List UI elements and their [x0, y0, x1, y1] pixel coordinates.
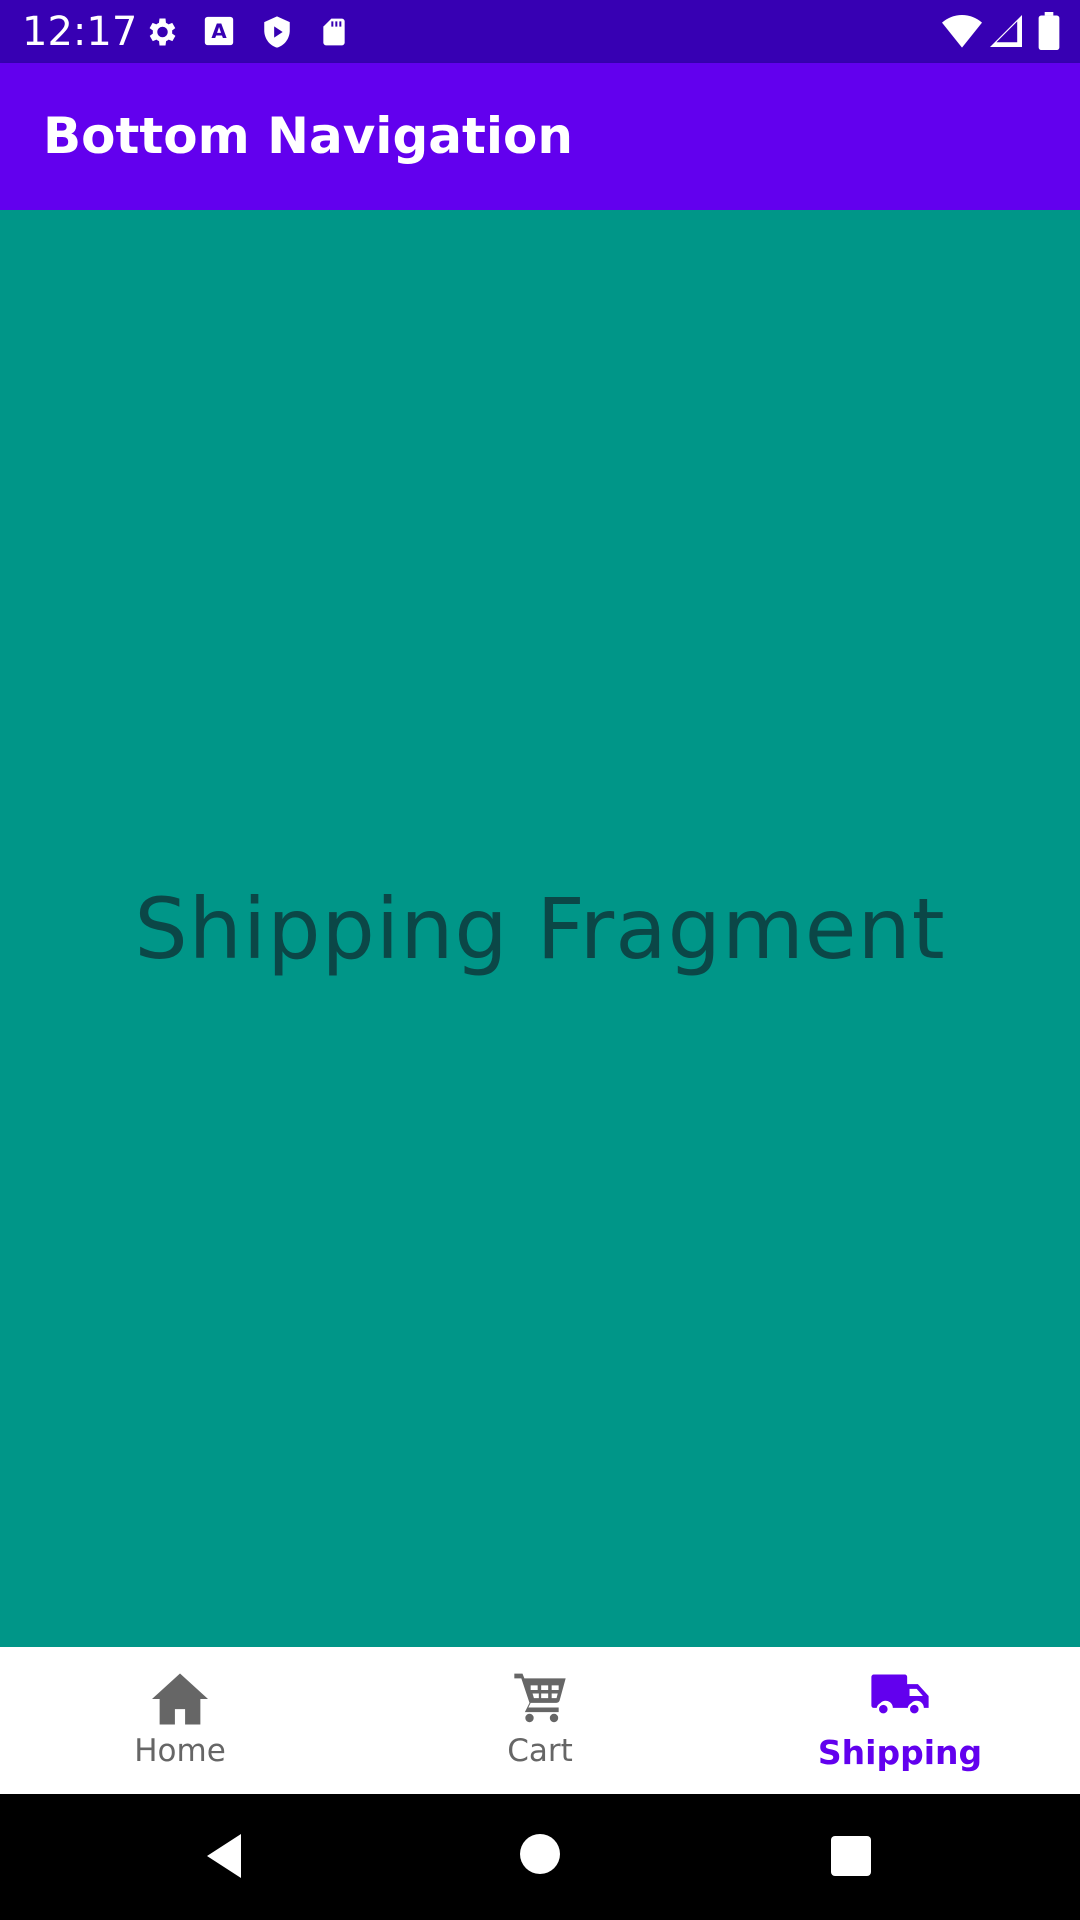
- nav-label-shipping: Shipping: [817, 1733, 983, 1772]
- recents-icon[interactable]: [831, 1836, 871, 1881]
- app-title: Bottom Navigation: [43, 107, 573, 165]
- bottom-navigation: Home Cart Shipping: [0, 1647, 1080, 1794]
- fragment-label: Shipping Fragment: [134, 879, 946, 978]
- nav-label-home: Home: [134, 1733, 226, 1769]
- signal-icon: [990, 14, 1022, 53]
- nav-item-home[interactable]: Home: [0, 1647, 360, 1794]
- system-navigation-bar: [0, 1794, 1080, 1920]
- svg-text:A: A: [211, 20, 227, 43]
- wifi-icon: [942, 14, 982, 53]
- nav-item-cart[interactable]: Cart: [360, 1647, 720, 1794]
- status-bar: 12:17 A: [0, 0, 1080, 63]
- back-icon[interactable]: [204, 1832, 246, 1885]
- truck-icon: [869, 1671, 931, 1726]
- nav-item-shipping[interactable]: Shipping: [720, 1647, 1080, 1794]
- cart-icon: [512, 1671, 568, 1728]
- home-icon: [149, 1671, 211, 1732]
- battery-icon: [1038, 12, 1060, 55]
- sd-card-icon: [318, 14, 350, 55]
- fragment-container: Shipping Fragment: [0, 210, 1080, 1647]
- gear-icon: [143, 14, 179, 55]
- home-circle-icon[interactable]: [520, 1834, 560, 1879]
- status-time: 12:17: [22, 9, 138, 55]
- font-a-icon: A: [202, 14, 236, 53]
- shield-play-icon: [260, 14, 294, 55]
- app-bar: Bottom Navigation: [0, 63, 1080, 210]
- nav-label-cart: Cart: [507, 1733, 573, 1769]
